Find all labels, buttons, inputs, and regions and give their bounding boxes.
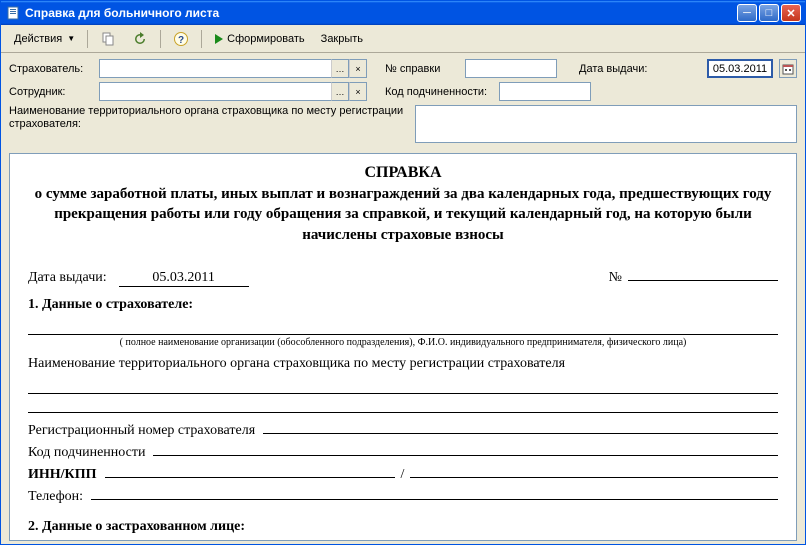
toolbar-separator xyxy=(87,30,88,48)
employee-input[interactable] xyxy=(99,82,331,101)
doc-title: СПРАВКА xyxy=(28,164,778,182)
sub-code-doc-value xyxy=(153,441,778,456)
doc-date-label: Дата выдачи: xyxy=(28,270,107,286)
app-window: Справка для больничного листа ─ □ ✕ Дейс… xyxy=(0,0,806,545)
toolbar: Действия ▼ ? Сформировать Закрыть xyxy=(1,25,805,53)
insurer-input[interactable] xyxy=(99,59,331,78)
issue-date-input[interactable] xyxy=(707,59,773,78)
window-title: Справка для больничного листа xyxy=(25,6,737,20)
insurer-clear-button[interactable]: × xyxy=(349,59,367,78)
maximize-button[interactable]: □ xyxy=(759,4,779,22)
calendar-icon xyxy=(782,63,794,75)
document-viewport[interactable]: СПРАВКА о сумме заработной платы, иных в… xyxy=(9,153,797,541)
calendar-button[interactable] xyxy=(779,59,797,78)
actions-menu-button[interactable]: Действия ▼ xyxy=(7,28,82,50)
territory-line1 xyxy=(28,378,778,394)
insurer-label: Страхователь: xyxy=(9,63,95,75)
help-button[interactable]: ? xyxy=(166,28,196,50)
insurer-hint: ( полное наименование организации (обосо… xyxy=(28,337,778,348)
sub-code-input[interactable] xyxy=(499,82,591,101)
document-body: СПРАВКА о сумме заработной платы, иных в… xyxy=(10,154,796,541)
copy-button[interactable] xyxy=(93,28,123,50)
employee-combo: … × xyxy=(99,82,367,101)
issue-date-label: Дата выдачи: xyxy=(579,63,647,75)
actions-label: Действия xyxy=(14,33,62,45)
slash: / xyxy=(395,467,411,483)
insurer-select-button[interactable]: … xyxy=(331,59,349,78)
insurer-combo: … × xyxy=(99,59,367,78)
minimize-button[interactable]: ─ xyxy=(737,4,757,22)
window-buttons: ─ □ ✕ xyxy=(737,4,801,22)
refresh-icon xyxy=(132,31,148,47)
help-icon: ? xyxy=(173,31,189,47)
toolbar-separator xyxy=(160,30,161,48)
form-area: Страхователь: … × № справки Дата выдачи:… xyxy=(1,53,805,149)
doc-subtitle: о сумме заработной платы, иных выплат и … xyxy=(28,184,778,245)
kpp-value xyxy=(410,463,778,478)
territory-input[interactable] xyxy=(415,105,797,143)
close-form-button[interactable]: Закрыть xyxy=(314,28,370,50)
doc-num-value xyxy=(628,265,778,281)
close-form-label: Закрыть xyxy=(321,33,363,45)
play-icon xyxy=(214,33,224,45)
titlebar: Справка для больничного листа ─ □ ✕ xyxy=(1,1,805,25)
employee-select-button[interactable]: … xyxy=(331,82,349,101)
sub-code-label: Код подчиненности: xyxy=(385,86,495,98)
sub-code-doc-label: Код подчиненности xyxy=(28,445,145,461)
generate-label: Сформировать xyxy=(227,33,305,45)
reg-no-value xyxy=(263,419,778,434)
cert-no-input[interactable] xyxy=(465,59,557,78)
phone-value xyxy=(91,485,778,500)
inn-value xyxy=(105,463,395,478)
toolbar-separator xyxy=(201,30,202,48)
employee-label: Сотрудник: xyxy=(9,86,95,98)
section2-heading: 2. Данные о застрахованном лице: xyxy=(28,519,778,535)
territory-label: Наименование территориального органа стр… xyxy=(9,105,409,143)
generate-button[interactable]: Сформировать xyxy=(207,28,312,50)
territory-heading: Наименование территориального органа стр… xyxy=(28,356,778,372)
reg-no-label: Регистрационный номер страхователя xyxy=(28,423,255,439)
doc-date-value: 05.03.2011 xyxy=(119,270,249,287)
territory-line2 xyxy=(28,397,778,413)
cert-no-label: № справки xyxy=(385,63,461,75)
phone-label: Телефон: xyxy=(28,489,83,505)
inn-kpp-label: ИНН/КПП xyxy=(28,467,97,483)
employee-clear-button[interactable]: × xyxy=(349,82,367,101)
app-icon xyxy=(5,5,21,21)
dropdown-arrow-icon: ▼ xyxy=(67,34,75,43)
insurer-name-line xyxy=(28,319,778,335)
doc-num-label: № xyxy=(609,270,622,286)
copy-icon xyxy=(100,31,116,47)
close-button[interactable]: ✕ xyxy=(781,4,801,22)
svg-text:?: ? xyxy=(178,35,184,46)
refresh-button[interactable] xyxy=(125,28,155,50)
section1-heading: 1. Данные о страхователе: xyxy=(28,297,778,313)
